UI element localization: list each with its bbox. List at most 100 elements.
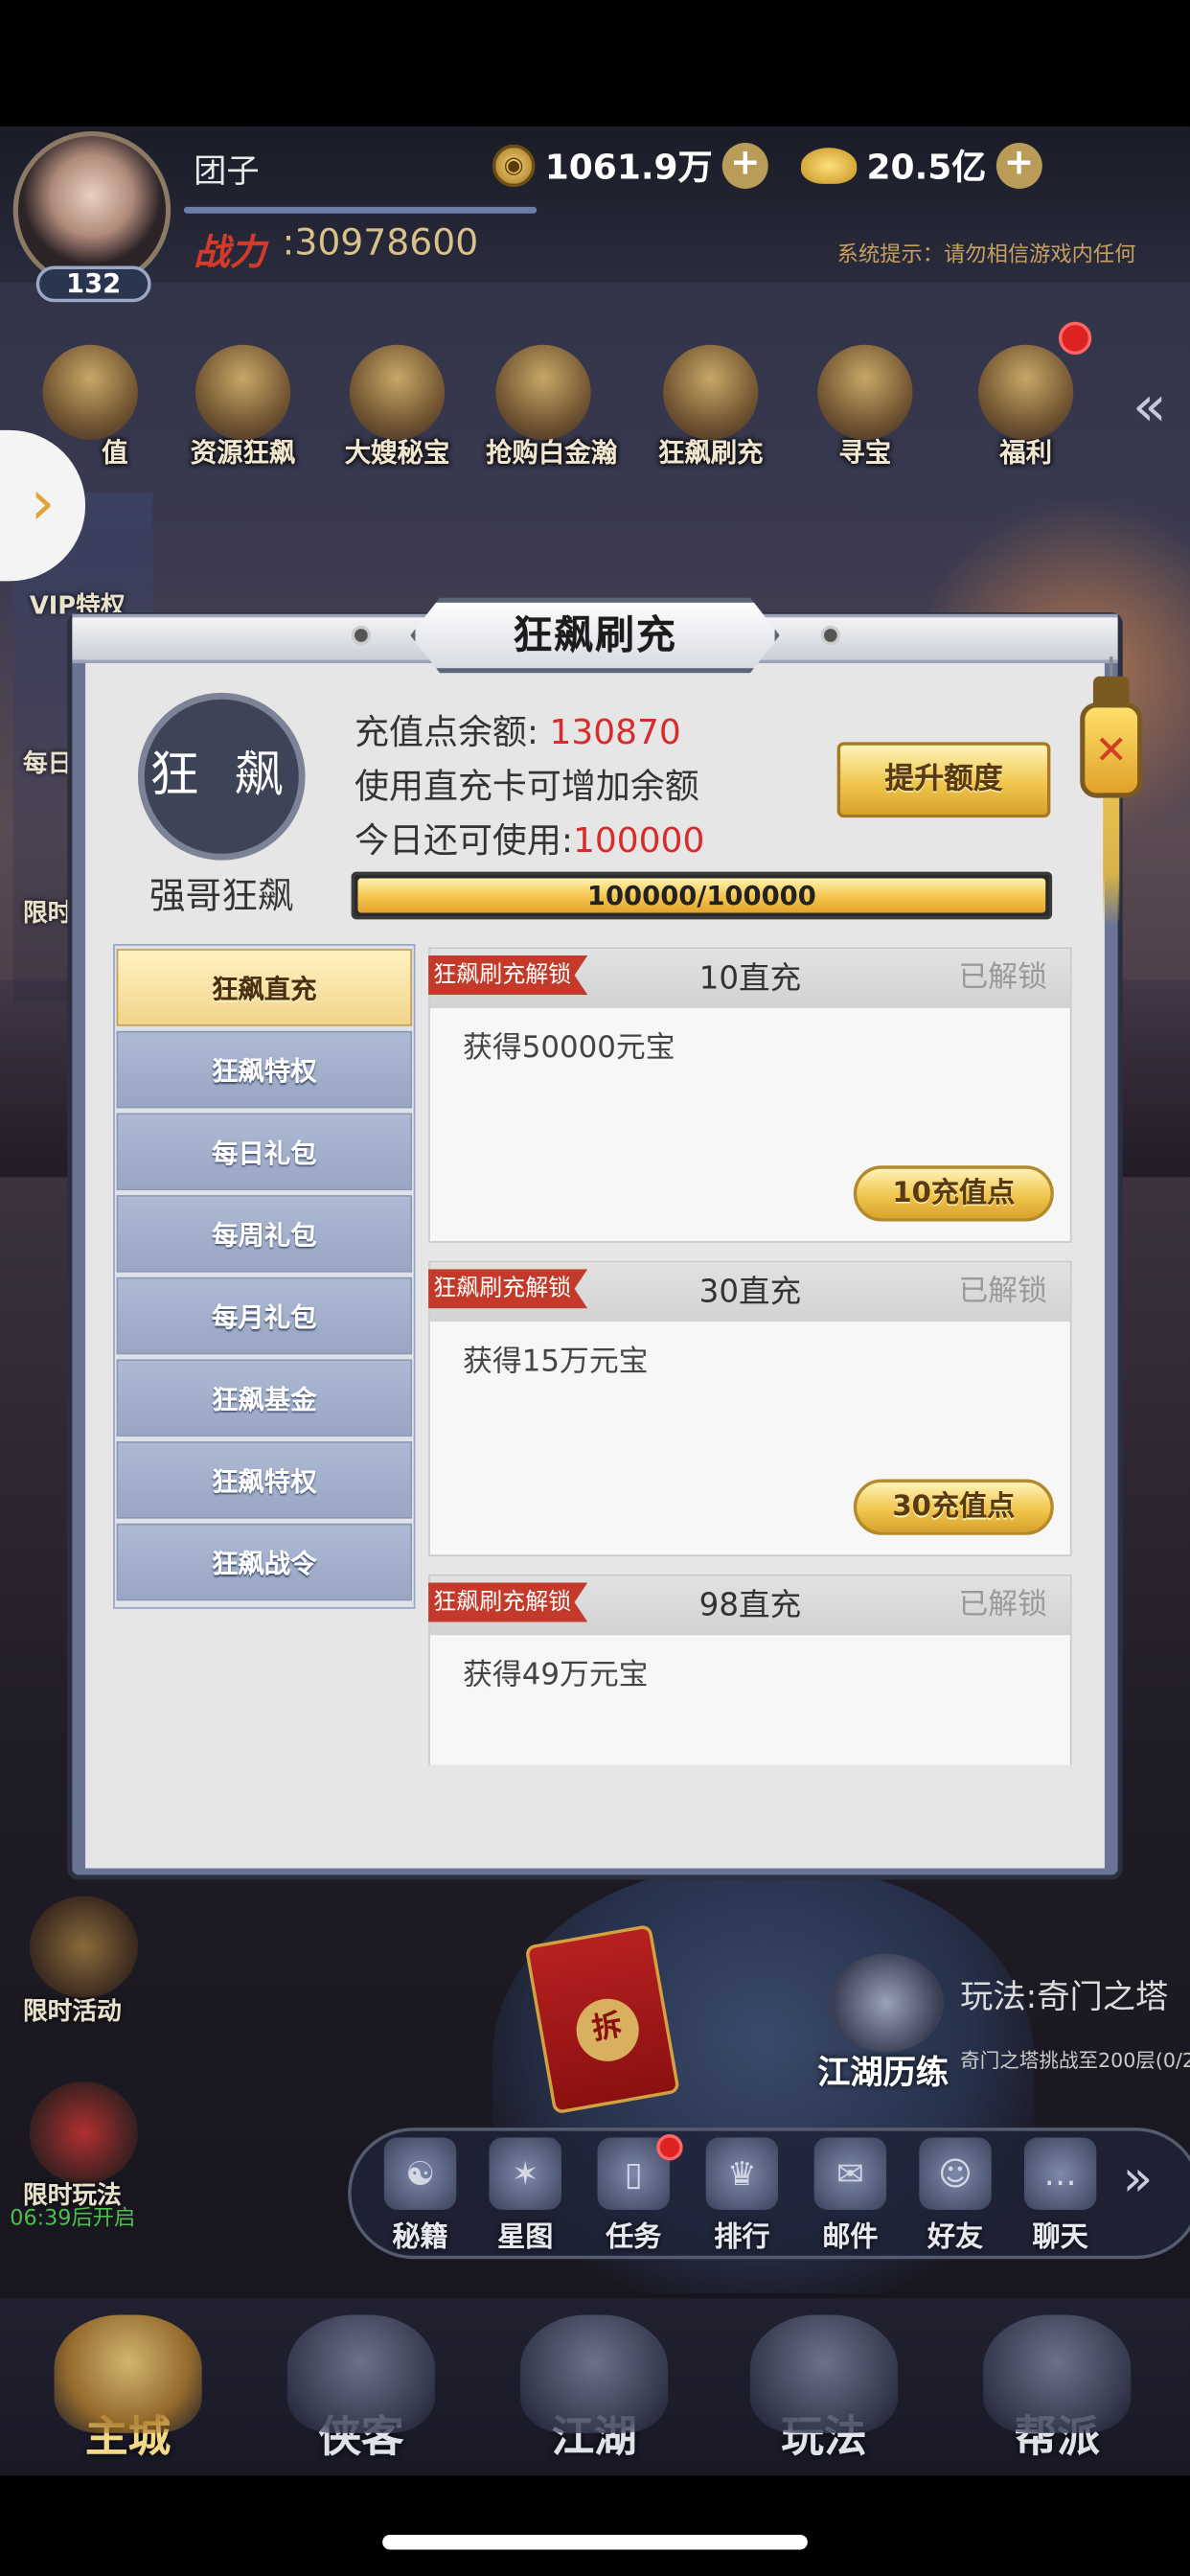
buy-button[interactable]: 10充值点 bbox=[853, 1165, 1054, 1222]
close-lantern[interactable]: ✕ bbox=[1070, 656, 1153, 935]
gift-bag-icon bbox=[978, 344, 1074, 441]
nav-jianghu[interactable]: 江湖 bbox=[495, 2314, 693, 2464]
item-desc: 获得50000元宝 bbox=[463, 1030, 675, 1066]
lantern-cap bbox=[1092, 676, 1130, 706]
tab-daily-pack[interactable]: 每日礼包 bbox=[116, 1113, 412, 1190]
unlock-ribbon: 狂飙刷充解锁 bbox=[428, 1582, 588, 1622]
usage-progress-bar: 100000/100000 bbox=[351, 871, 1053, 920]
tab-battle-pass[interactable]: 狂飙战令 bbox=[116, 1523, 412, 1601]
book-icon: ☯ bbox=[383, 2137, 457, 2210]
item-desc: 获得49万元宝 bbox=[463, 1658, 649, 1693]
recharge-list[interactable]: 狂飙刷充解锁 10直充 已解锁 获得50000元宝 10充值点 狂飙刷充解锁 3… bbox=[428, 947, 1072, 1765]
list-item: 狂飙刷充解锁 98直充 已解锁 获得49万元宝 bbox=[428, 1574, 1072, 1765]
limited-event-label[interactable]: 限时活动 bbox=[23, 1993, 122, 2028]
coin-counter: ◉ 1061.9万 + bbox=[492, 141, 768, 190]
nav-guild[interactable]: 帮派 bbox=[958, 2314, 1156, 2464]
balance-label: 充值点余额: bbox=[355, 712, 550, 752]
play-mode-title[interactable]: 玩法:奇门之塔 bbox=[960, 1970, 1168, 2018]
jianghu-training[interactable]: 江湖历练 bbox=[817, 2046, 949, 2094]
ingot-icon bbox=[800, 148, 858, 184]
tab-monthly-pack[interactable]: 每月礼包 bbox=[116, 1276, 412, 1355]
mask-icon[interactable] bbox=[29, 2082, 138, 2184]
progress-text: 100000/100000 bbox=[586, 880, 816, 911]
hunt-icon bbox=[817, 344, 913, 441]
tab-fund[interactable]: 狂飙基金 bbox=[116, 1359, 412, 1437]
collapse-arrow-icon[interactable]: « bbox=[1133, 375, 1167, 441]
sword-emblem-icon bbox=[829, 1953, 945, 2053]
top-icon-welfare[interactable]: 福利 bbox=[969, 344, 1084, 476]
tool-friends[interactable]: ☺ 好友 bbox=[906, 2137, 1005, 2254]
top-icon-treasure[interactable]: 大嫂秘宝 bbox=[340, 344, 455, 476]
limited-label[interactable]: 限时 bbox=[23, 895, 72, 930]
tool-secret-book[interactable]: ☯ 秘籍 bbox=[371, 2137, 469, 2254]
guild-icon bbox=[983, 2314, 1132, 2433]
tool-chat[interactable]: … 聊天 bbox=[1011, 2137, 1110, 2254]
toolbar-expand-icon[interactable]: » bbox=[1123, 2150, 1153, 2208]
scroll-icon bbox=[663, 344, 759, 441]
unlock-ribbon: 狂飙刷充解锁 bbox=[428, 955, 588, 996]
heroes-icon bbox=[286, 2314, 435, 2433]
add-ingot-button[interactable]: + bbox=[995, 143, 1042, 190]
chat-icon: … bbox=[1023, 2137, 1097, 2210]
nav-heroes[interactable]: 侠客 bbox=[263, 2314, 460, 2464]
modal-title: 狂飙刷充 bbox=[513, 611, 677, 658]
close-icon[interactable]: ✕ bbox=[1080, 702, 1143, 798]
gourd-icon[interactable] bbox=[29, 1896, 138, 1998]
balance-value: 130870 bbox=[549, 712, 681, 752]
coin-icon: ◉ bbox=[492, 144, 536, 188]
recharge-icon bbox=[42, 344, 138, 441]
top-icon-resource[interactable]: 资源狂飙 bbox=[186, 344, 301, 476]
notification-dot bbox=[1058, 321, 1092, 356]
tool-mail[interactable]: ✉ 邮件 bbox=[801, 2137, 900, 2254]
main-city-icon bbox=[54, 2314, 202, 2433]
jianghu-icon bbox=[520, 2314, 669, 2433]
item-name: 10直充 bbox=[698, 960, 802, 997]
today-value: 100000 bbox=[573, 820, 705, 861]
balance-hint: 使用直充卡可增加余额 bbox=[355, 767, 699, 807]
balance-line: 充值点余额: 130870 bbox=[355, 706, 681, 755]
today-line: 今日还可使用:100000 bbox=[355, 815, 704, 863]
top-icon-flash-sale[interactable]: 抢购白金瀚 bbox=[486, 344, 617, 476]
title-knob-right bbox=[820, 625, 841, 646]
item-status: 已解锁 bbox=[958, 1274, 1047, 1309]
nav-main-city[interactable]: 主城 bbox=[30, 2314, 227, 2464]
tab-privilege[interactable]: 狂飙特权 bbox=[116, 1030, 412, 1109]
item-status: 已解锁 bbox=[958, 1587, 1047, 1622]
ranking-icon: ♛ bbox=[705, 2137, 779, 2210]
tab-weekly-pack[interactable]: 每周礼包 bbox=[116, 1195, 412, 1273]
list-item: 狂飙刷充解锁 30直充 已解锁 获得15万元宝 30充值点 bbox=[428, 1260, 1072, 1557]
mail-icon: ✉ bbox=[813, 2137, 887, 2210]
player-name: 团子 bbox=[194, 150, 260, 191]
red-packet-seal: 拆 bbox=[571, 1993, 644, 2067]
game-screen: 132 团子 ◉ 1061.9万 + 20.5亿 + 战力 :30978600 … bbox=[0, 0, 1190, 2576]
daily-label[interactable]: 每日 bbox=[23, 746, 72, 780]
add-coin-button[interactable]: + bbox=[721, 143, 768, 190]
treasure-icon bbox=[349, 344, 446, 441]
money-bag-icon bbox=[495, 344, 591, 441]
vip-logo-name: 强哥狂飙 bbox=[149, 876, 294, 918]
tool-star-map[interactable]: ✶ 星图 bbox=[476, 2137, 575, 2254]
tab-direct-recharge[interactable]: 狂飙直充 bbox=[116, 949, 412, 1026]
power-value: :30978600 bbox=[282, 222, 479, 264]
vip-logo: 狂 飙 bbox=[137, 692, 306, 861]
task-notification-dot bbox=[656, 2134, 683, 2161]
item-status: 已解锁 bbox=[958, 960, 1047, 996]
tab-privilege-2[interactable]: 狂飙特权 bbox=[116, 1441, 412, 1519]
limited-timer: 06:39后开启 bbox=[10, 2206, 136, 2232]
nav-gameplay[interactable]: 玩法 bbox=[725, 2314, 923, 2464]
resource-icon bbox=[195, 344, 291, 441]
map-icon: ✶ bbox=[489, 2137, 561, 2210]
raise-limit-button[interactable]: 提升额度 bbox=[836, 742, 1051, 818]
item-name: 98直充 bbox=[698, 1587, 802, 1624]
today-label: 今日还可使用: bbox=[355, 820, 574, 861]
top-icon-hunt[interactable]: 寻宝 bbox=[808, 344, 923, 476]
home-indicator[interactable] bbox=[382, 2535, 808, 2550]
tool-ranking[interactable]: ♛ 排行 bbox=[693, 2137, 791, 2254]
play-mode-progress: 奇门之塔挑战至200层(0/20 bbox=[960, 2048, 1190, 2072]
item-desc: 获得15万元宝 bbox=[463, 1345, 649, 1380]
ingot-counter: 20.5亿 + bbox=[800, 141, 1042, 190]
buy-button[interactable]: 30充值点 bbox=[853, 1479, 1054, 1535]
list-item: 狂飙刷充解锁 10直充 已解锁 获得50000元宝 10充值点 bbox=[428, 947, 1072, 1243]
player-level: 132 bbox=[35, 265, 151, 303]
top-icon-recharge-fast[interactable]: 狂飙刷充 bbox=[653, 344, 768, 476]
